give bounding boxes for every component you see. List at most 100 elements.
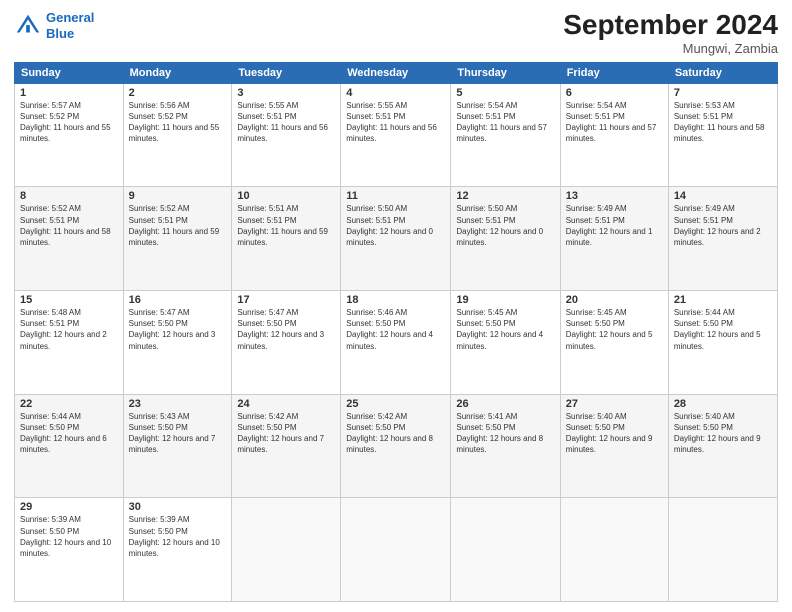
day-number: 9 — [129, 190, 227, 202]
day-number: 29 — [20, 501, 118, 513]
day-info: Sunrise: 5:43 AMSunset: 5:50 PMDaylight:… — [129, 411, 227, 456]
header: General Blue September 2024 Mungwi, Zamb… — [14, 10, 778, 56]
table-row: 14Sunrise: 5:49 AMSunset: 5:51 PMDayligh… — [668, 187, 777, 291]
table-row: 17Sunrise: 5:47 AMSunset: 5:50 PMDayligh… — [232, 291, 341, 395]
month-title: September 2024 — [563, 10, 778, 41]
day-info: Sunrise: 5:53 AMSunset: 5:51 PMDaylight:… — [674, 100, 772, 145]
empty-cell — [668, 498, 777, 602]
table-row: 19Sunrise: 5:45 AMSunset: 5:50 PMDayligh… — [451, 291, 560, 395]
day-info: Sunrise: 5:55 AMSunset: 5:51 PMDaylight:… — [346, 100, 445, 145]
week-row: 8Sunrise: 5:52 AMSunset: 5:51 PMDaylight… — [15, 187, 778, 291]
day-number: 5 — [456, 87, 554, 99]
day-info: Sunrise: 5:39 AMSunset: 5:50 PMDaylight:… — [129, 514, 227, 559]
day-number: 22 — [20, 398, 118, 410]
day-info: Sunrise: 5:54 AMSunset: 5:51 PMDaylight:… — [566, 100, 663, 145]
table-row: 16Sunrise: 5:47 AMSunset: 5:50 PMDayligh… — [123, 291, 232, 395]
day-number: 10 — [237, 190, 335, 202]
day-number: 3 — [237, 87, 335, 99]
table-row: 30Sunrise: 5:39 AMSunset: 5:50 PMDayligh… — [123, 498, 232, 602]
day-number: 19 — [456, 294, 554, 306]
day-number: 8 — [20, 190, 118, 202]
day-info: Sunrise: 5:52 AMSunset: 5:51 PMDaylight:… — [129, 203, 227, 248]
logo-text: General Blue — [46, 10, 94, 41]
title-block: September 2024 Mungwi, Zambia — [563, 10, 778, 56]
logo-line1: General — [46, 10, 94, 25]
day-number: 30 — [129, 501, 227, 513]
day-info: Sunrise: 5:49 AMSunset: 5:51 PMDaylight:… — [566, 203, 663, 248]
day-info: Sunrise: 5:45 AMSunset: 5:50 PMDaylight:… — [456, 307, 554, 352]
day-info: Sunrise: 5:54 AMSunset: 5:51 PMDaylight:… — [456, 100, 554, 145]
day-number: 28 — [674, 398, 772, 410]
col-tuesday: Tuesday — [232, 62, 341, 83]
table-row: 25Sunrise: 5:42 AMSunset: 5:50 PMDayligh… — [341, 394, 451, 498]
table-row: 28Sunrise: 5:40 AMSunset: 5:50 PMDayligh… — [668, 394, 777, 498]
day-info: Sunrise: 5:45 AMSunset: 5:50 PMDaylight:… — [566, 307, 663, 352]
day-info: Sunrise: 5:42 AMSunset: 5:50 PMDaylight:… — [237, 411, 335, 456]
week-row: 29Sunrise: 5:39 AMSunset: 5:50 PMDayligh… — [15, 498, 778, 602]
day-number: 18 — [346, 294, 445, 306]
day-info: Sunrise: 5:51 AMSunset: 5:51 PMDaylight:… — [237, 203, 335, 248]
table-row: 15Sunrise: 5:48 AMSunset: 5:51 PMDayligh… — [15, 291, 124, 395]
col-thursday: Thursday — [451, 62, 560, 83]
empty-cell — [560, 498, 668, 602]
table-row: 21Sunrise: 5:44 AMSunset: 5:50 PMDayligh… — [668, 291, 777, 395]
day-number: 26 — [456, 398, 554, 410]
day-number: 4 — [346, 87, 445, 99]
day-info: Sunrise: 5:56 AMSunset: 5:52 PMDaylight:… — [129, 100, 227, 145]
week-row: 1Sunrise: 5:57 AMSunset: 5:52 PMDaylight… — [15, 83, 778, 187]
table-row: 12Sunrise: 5:50 AMSunset: 5:51 PMDayligh… — [451, 187, 560, 291]
table-row: 20Sunrise: 5:45 AMSunset: 5:50 PMDayligh… — [560, 291, 668, 395]
day-info: Sunrise: 5:40 AMSunset: 5:50 PMDaylight:… — [674, 411, 772, 456]
day-number: 6 — [566, 87, 663, 99]
day-info: Sunrise: 5:55 AMSunset: 5:51 PMDaylight:… — [237, 100, 335, 145]
day-info: Sunrise: 5:50 AMSunset: 5:51 PMDaylight:… — [346, 203, 445, 248]
day-info: Sunrise: 5:49 AMSunset: 5:51 PMDaylight:… — [674, 203, 772, 248]
page: General Blue September 2024 Mungwi, Zamb… — [0, 0, 792, 612]
table-row: 10Sunrise: 5:51 AMSunset: 5:51 PMDayligh… — [232, 187, 341, 291]
col-sunday: Sunday — [15, 62, 124, 83]
day-number: 27 — [566, 398, 663, 410]
day-info: Sunrise: 5:44 AMSunset: 5:50 PMDaylight:… — [674, 307, 772, 352]
day-number: 16 — [129, 294, 227, 306]
day-number: 11 — [346, 190, 445, 202]
day-info: Sunrise: 5:39 AMSunset: 5:50 PMDaylight:… — [20, 514, 118, 559]
location: Mungwi, Zambia — [563, 41, 778, 56]
day-info: Sunrise: 5:57 AMSunset: 5:52 PMDaylight:… — [20, 100, 118, 145]
day-info: Sunrise: 5:47 AMSunset: 5:50 PMDaylight:… — [129, 307, 227, 352]
day-number: 7 — [674, 87, 772, 99]
logo-line2: Blue — [46, 26, 74, 41]
day-number: 21 — [674, 294, 772, 306]
table-row: 9Sunrise: 5:52 AMSunset: 5:51 PMDaylight… — [123, 187, 232, 291]
week-row: 22Sunrise: 5:44 AMSunset: 5:50 PMDayligh… — [15, 394, 778, 498]
day-info: Sunrise: 5:44 AMSunset: 5:50 PMDaylight:… — [20, 411, 118, 456]
calendar-body: 1Sunrise: 5:57 AMSunset: 5:52 PMDaylight… — [15, 83, 778, 601]
day-number: 12 — [456, 190, 554, 202]
day-info: Sunrise: 5:42 AMSunset: 5:50 PMDaylight:… — [346, 411, 445, 456]
day-number: 15 — [20, 294, 118, 306]
day-info: Sunrise: 5:48 AMSunset: 5:51 PMDaylight:… — [20, 307, 118, 352]
day-number: 23 — [129, 398, 227, 410]
day-number: 13 — [566, 190, 663, 202]
table-row: 29Sunrise: 5:39 AMSunset: 5:50 PMDayligh… — [15, 498, 124, 602]
table-row: 8Sunrise: 5:52 AMSunset: 5:51 PMDaylight… — [15, 187, 124, 291]
day-number: 1 — [20, 87, 118, 99]
day-info: Sunrise: 5:52 AMSunset: 5:51 PMDaylight:… — [20, 203, 118, 248]
empty-cell — [232, 498, 341, 602]
logo: General Blue — [14, 10, 94, 41]
table-row: 22Sunrise: 5:44 AMSunset: 5:50 PMDayligh… — [15, 394, 124, 498]
col-friday: Friday — [560, 62, 668, 83]
day-info: Sunrise: 5:46 AMSunset: 5:50 PMDaylight:… — [346, 307, 445, 352]
col-monday: Monday — [123, 62, 232, 83]
table-row: 2Sunrise: 5:56 AMSunset: 5:52 PMDaylight… — [123, 83, 232, 187]
day-number: 2 — [129, 87, 227, 99]
day-number: 14 — [674, 190, 772, 202]
logo-icon — [14, 12, 42, 40]
col-wednesday: Wednesday — [341, 62, 451, 83]
empty-cell — [451, 498, 560, 602]
empty-cell — [341, 498, 451, 602]
day-number: 20 — [566, 294, 663, 306]
table-row: 11Sunrise: 5:50 AMSunset: 5:51 PMDayligh… — [341, 187, 451, 291]
table-row: 23Sunrise: 5:43 AMSunset: 5:50 PMDayligh… — [123, 394, 232, 498]
table-row: 27Sunrise: 5:40 AMSunset: 5:50 PMDayligh… — [560, 394, 668, 498]
table-row: 7Sunrise: 5:53 AMSunset: 5:51 PMDaylight… — [668, 83, 777, 187]
